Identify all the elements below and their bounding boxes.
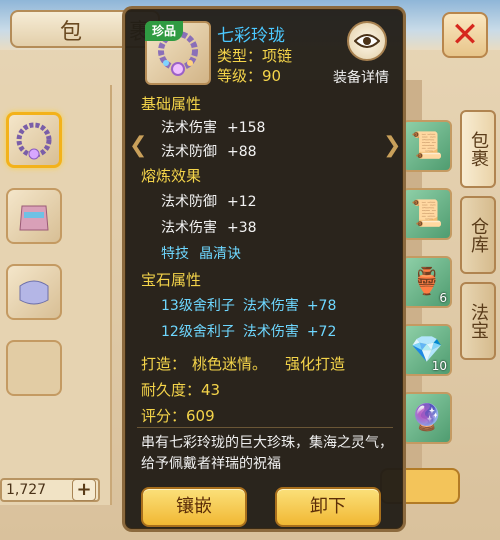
section-title-gem: 宝石属性: [141, 271, 202, 289]
armor-icon: [19, 205, 49, 231]
chevron-left-icon[interactable]: ❮: [129, 133, 147, 158]
add-money-button[interactable]: +: [72, 479, 96, 501]
inventory-item-scroll[interactable]: 📜: [402, 120, 452, 172]
item-count: 6: [439, 291, 447, 305]
attr-row: 法术防御 +88: [161, 144, 257, 160]
tab-warehouse[interactable]: 仓库: [460, 196, 496, 274]
inlay-button[interactable]: 镶嵌: [141, 487, 247, 527]
attr-row: 法术伤害 +38: [161, 220, 257, 236]
maker-name: 桃色迷情。: [192, 355, 268, 373]
stunt-row: 特技 晶清诀: [161, 246, 241, 262]
tab-treasure[interactable]: 法宝: [460, 282, 496, 360]
tab-bag[interactable]: 包裹: [460, 110, 496, 188]
unequip-button[interactable]: 卸下: [275, 487, 381, 527]
durability: 耐久度：43: [141, 381, 221, 399]
detail-label[interactable]: 装备详情: [333, 67, 389, 87]
detail-eye-button[interactable]: [347, 21, 387, 61]
section-title-base: 基础属性: [141, 95, 202, 113]
close-x-icon: ✕: [450, 15, 480, 55]
inventory-item-crystal[interactable]: 💎 10: [402, 324, 452, 376]
section-title-forge: 熔炼效果: [141, 167, 202, 185]
equip-slot-belt[interactable]: [6, 264, 62, 320]
inventory-item-orb[interactable]: 🔮: [402, 392, 452, 444]
item-level: 等级：90: [217, 67, 282, 85]
orb-icon: 🔮: [410, 403, 444, 433]
close-button[interactable]: ✕: [442, 12, 488, 58]
necklace-icon: [16, 122, 52, 160]
item-type: 类型：项链: [217, 47, 293, 65]
chevron-right-icon[interactable]: ❯: [383, 133, 401, 158]
inventory-item-scroll[interactable]: 📜: [402, 188, 452, 240]
equip-slot-necklace[interactable]: [6, 112, 62, 168]
equip-slot-empty[interactable]: [6, 340, 62, 396]
equip-slot-armor[interactable]: [6, 188, 62, 244]
item-name: 七彩玲珑: [217, 26, 285, 46]
enhance-label: 强化打造: [285, 355, 346, 373]
item-description: 串有七彩玲珑的巨大珍珠，集海之灵气，给予佩戴者祥瑞的祝福: [141, 435, 393, 472]
divider: [137, 427, 393, 428]
maker-line: 打造： 桃色迷情。 强化打造: [141, 355, 346, 373]
inventory-item-gourd[interactable]: 🏺 6: [402, 256, 452, 308]
attr-row: 法术伤害 +158: [161, 120, 266, 136]
rarity-badge: 珍品: [145, 21, 183, 41]
attr-row: 法术防御 +12: [161, 194, 257, 210]
item-tooltip: 珍品 七彩玲珑 类型：项链 等级：90 装备详情 ❮ ❯ 基础属性 法术伤害 +1…: [122, 6, 406, 532]
scroll-icon: 📜: [410, 199, 444, 229]
gem-row: 12级舍利子 法术伤害 +72: [161, 324, 337, 340]
eye-icon: [354, 34, 380, 48]
belt-icon: [19, 280, 49, 305]
item-count: 10: [431, 359, 447, 373]
scroll-icon: 📜: [410, 131, 444, 161]
gem-row: 13级舍利子 法术伤害 +78: [161, 298, 337, 314]
score: 评分：609: [141, 407, 215, 425]
